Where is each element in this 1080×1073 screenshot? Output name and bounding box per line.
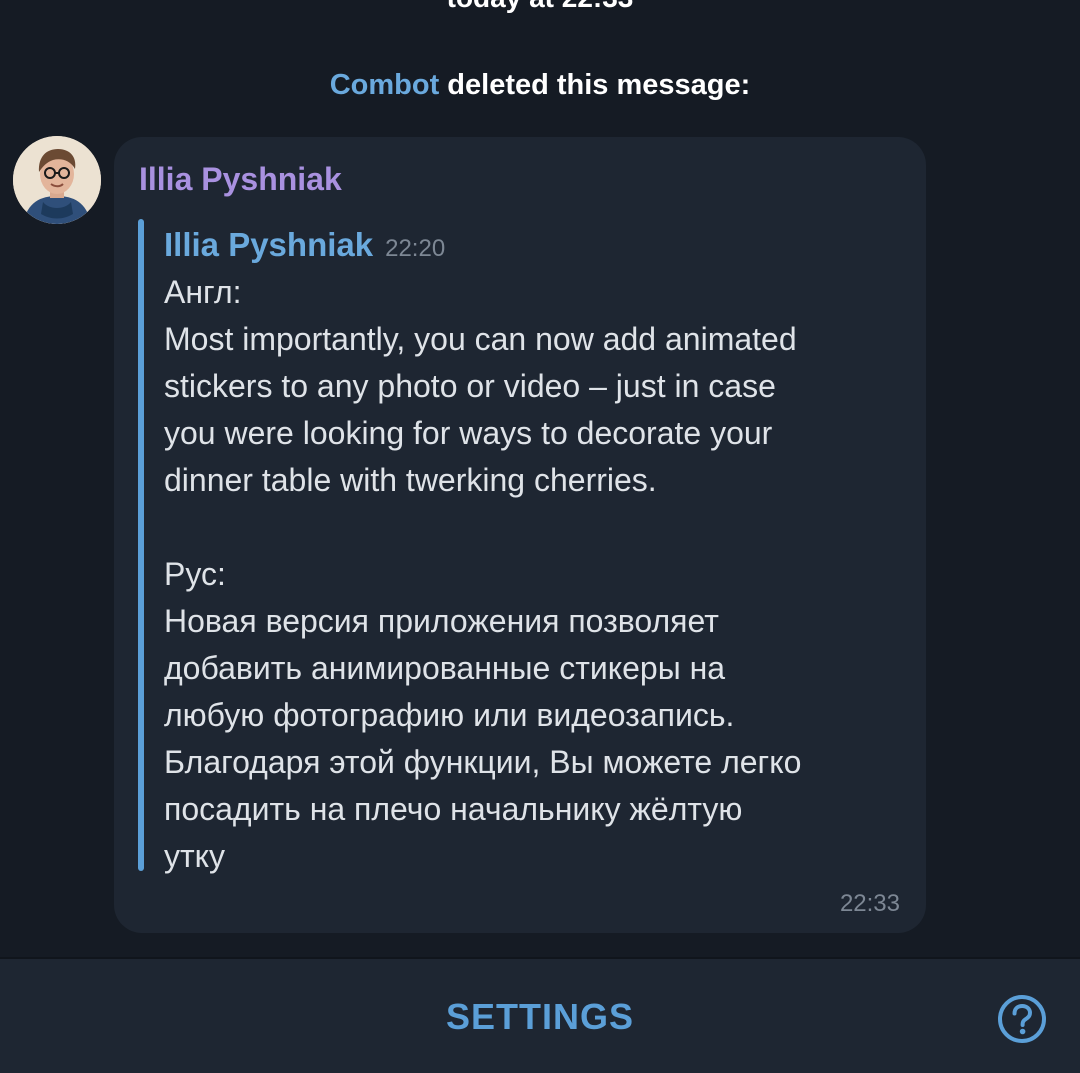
actor-name-link[interactable]: Combot (330, 69, 440, 101)
message-timestamp: 22:33 (839, 890, 900, 917)
quote-timestamp: 22:20 (385, 235, 446, 262)
quote-line: dinner table with twerking cherries. (164, 462, 657, 498)
deleted-message-notice: Combot deleted this message: (0, 66, 1080, 104)
quote-line: посадить на плечо начальнику жёлтую (164, 791, 743, 827)
quote-line: добавить анимированные стикеры на (164, 650, 726, 686)
quote-line: you were looking for ways to decorate yo… (164, 415, 773, 451)
chat-area: today at 22:33 Combot deleted this messa… (0, 0, 1080, 957)
help-button[interactable] (996, 993, 1048, 1045)
quote-line: Благодаря этой функции, Вы можете легко (164, 744, 802, 780)
quote-author-name[interactable]: Illia Pyshniak (164, 226, 373, 263)
deleted-notice-text: deleted this message: (439, 69, 751, 101)
quote-line: stickers to any photo or video – just in… (164, 368, 776, 404)
quote-line (164, 504, 904, 551)
quote-line: любую фотографию или видеозапись. (164, 697, 735, 733)
quote-accent-bar (138, 219, 144, 871)
user-photo-icon (13, 136, 101, 224)
quote-line: Рус: (164, 556, 226, 592)
quote-line: Новая версия приложения позволяет (164, 603, 719, 639)
message-bubble[interactable]: Illia Pyshniak Illia Pyshniak 22:20 Англ:… (114, 137, 926, 933)
question-circle-icon (998, 995, 1046, 1043)
date-service-message: today at 22:33 (0, 0, 1080, 16)
quoted-message[interactable]: Illia Pyshniak 22:20 Англ: Most important… (138, 219, 898, 874)
quote-line: Most importantly, you can now add animat… (164, 321, 797, 357)
sender-name[interactable]: Illia Pyshniak (139, 159, 342, 199)
quote-text: Англ: Most importantly, you can now add … (164, 269, 904, 880)
quote-header: Illia Pyshniak 22:20 (164, 223, 445, 274)
settings-button[interactable]: SETTINGS (390, 989, 690, 1045)
quote-line: Англ: (164, 274, 242, 310)
quote-line: утку (164, 838, 226, 874)
bottom-bar: SETTINGS (0, 957, 1080, 1073)
avatar[interactable] (13, 136, 101, 224)
